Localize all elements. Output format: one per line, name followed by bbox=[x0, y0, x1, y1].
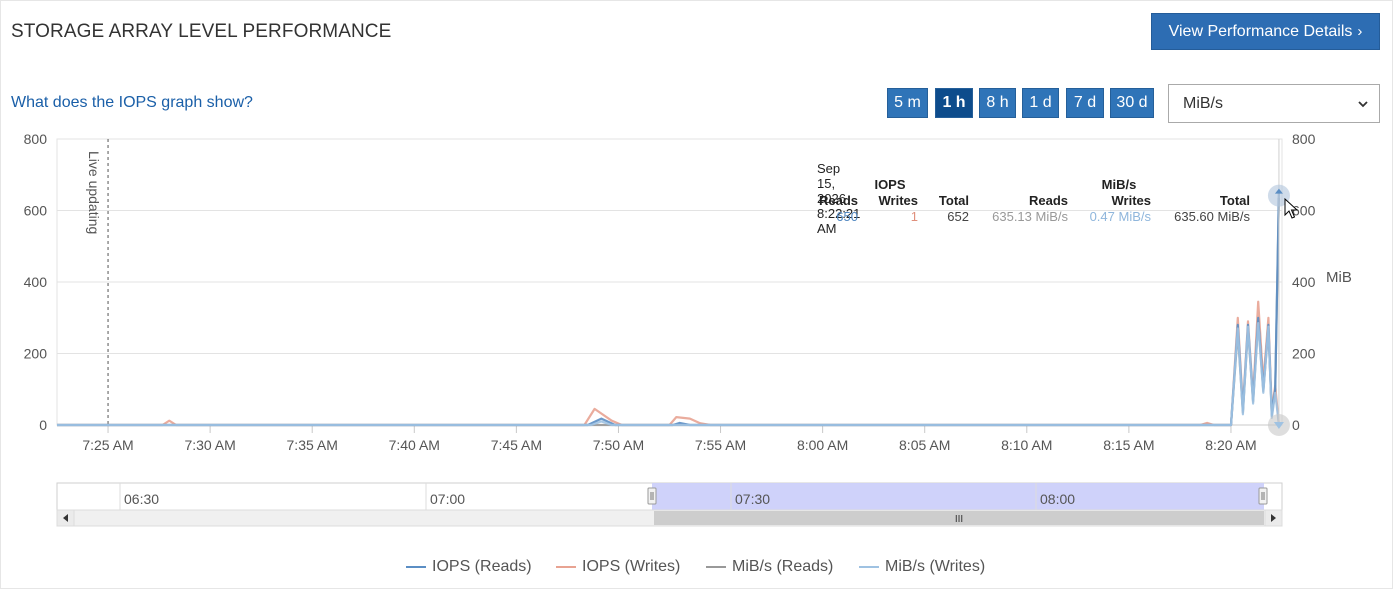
legend-item-iops-reads[interactable]: IOPS (Reads) bbox=[406, 558, 532, 576]
x-tick-label: 8:15 AM bbox=[1103, 437, 1154, 453]
unit-select-value: MiB/s bbox=[1183, 94, 1223, 112]
legend-label: MiB/s (Writes) bbox=[885, 558, 986, 575]
x-tick-label: 8:20 AM bbox=[1205, 437, 1256, 453]
x-tick-label: 7:45 AM bbox=[491, 437, 542, 453]
x-tick-label: 7:50 AM bbox=[593, 437, 644, 453]
tooltip-value-iops-writes: 1 bbox=[910, 209, 918, 224]
view-performance-details-button[interactable]: View Performance Details › bbox=[1151, 13, 1380, 50]
tooltip-header-mibs-total: Total bbox=[1219, 193, 1250, 208]
mouse-cursor-icon bbox=[1284, 198, 1299, 219]
legend-label: IOPS (Writes) bbox=[582, 558, 681, 575]
x-tick-label: 8:10 AM bbox=[1001, 437, 1052, 453]
x-tick-label: 7:40 AM bbox=[389, 437, 440, 453]
range-button-5m[interactable]: 5 m bbox=[887, 88, 928, 118]
tooltip-header-iops-total: Total bbox=[938, 193, 969, 208]
legend-item-mibs-writes[interactable]: MiB/s (Writes) bbox=[859, 558, 985, 576]
scrollbar-grip-icon: III bbox=[955, 514, 963, 525]
legend-item-mibs-reads[interactable]: MiB/s (Reads) bbox=[706, 558, 833, 576]
x-tick-label: 7:55 AM bbox=[695, 437, 746, 453]
x-tick-label: 7:30 AM bbox=[184, 437, 235, 453]
legend-swatch bbox=[556, 566, 576, 568]
legend-swatch bbox=[406, 566, 426, 568]
tooltip-value-mibs-reads: 635.13 MiB/s bbox=[992, 209, 1068, 224]
tooltip-mibs-group: MiB/s bbox=[1101, 177, 1137, 192]
chevron-right-icon: › bbox=[1357, 23, 1363, 40]
y-right-tick-label: 800 bbox=[1292, 131, 1316, 147]
y-right-tick-label: 0 bbox=[1292, 417, 1300, 433]
range-button-1d[interactable]: 1 d bbox=[1022, 88, 1059, 118]
tooltip-header-mibs-reads: Reads bbox=[1028, 193, 1068, 208]
y-left-tick-label: 200 bbox=[24, 346, 48, 362]
navigator-handle[interactable] bbox=[647, 487, 657, 505]
tooltip-header-iops-writes: Writes bbox=[878, 193, 919, 208]
legend-label: MiB/s (Reads) bbox=[732, 558, 834, 575]
range-button-1h[interactable]: 1 h bbox=[935, 88, 973, 118]
tooltip-value-iops-total: 652 bbox=[947, 209, 969, 224]
range-button-30d[interactable]: 30 d bbox=[1110, 88, 1154, 118]
y-right-axis-title: MiB bbox=[1326, 269, 1352, 286]
series-line-iops-writes- bbox=[57, 300, 1280, 427]
x-tick-label: 7:35 AM bbox=[287, 437, 338, 453]
x-tick-label: 8:00 AM bbox=[797, 437, 848, 453]
range-button-7d[interactable]: 7 d bbox=[1066, 88, 1104, 118]
performance-chart[interactable]: 02004006008000200400600800MiB7:25 AM 7:30… bbox=[0, 125, 1393, 535]
tooltip-header-mibs-writes: Writes bbox=[1111, 193, 1152, 208]
chart-legend: IOPS (Reads) IOPS (Writes) MiB/s (Reads)… bbox=[0, 558, 1393, 580]
legend-swatch bbox=[859, 566, 879, 568]
range-button-8h[interactable]: 8 h bbox=[979, 88, 1016, 118]
tooltip-iops-group: IOPS bbox=[874, 177, 906, 192]
tooltip-value-iops-reads: 650 bbox=[836, 209, 858, 224]
y-left-tick-label: 800 bbox=[24, 131, 48, 147]
page-title: STORAGE ARRAY LEVEL PERFORMANCE bbox=[11, 21, 392, 42]
navigator-time-label: 07:30 bbox=[735, 491, 770, 507]
navigator-time-label: 07:00 bbox=[430, 491, 465, 507]
y-left-tick-label: 0 bbox=[39, 417, 47, 433]
tooltip-value-mibs-total: 635.60 MiB/s bbox=[1174, 209, 1250, 224]
y-right-tick-label: 200 bbox=[1292, 346, 1316, 362]
unit-select[interactable]: MiB/s bbox=[1168, 84, 1380, 123]
navigator-time-label: 08:00 bbox=[1040, 491, 1075, 507]
iops-help-link[interactable]: What does the IOPS graph show? bbox=[11, 94, 253, 112]
legend-item-iops-writes[interactable]: IOPS (Writes) bbox=[556, 558, 680, 576]
x-tick-label: 8:05 AM bbox=[899, 437, 950, 453]
legend-label: IOPS (Reads) bbox=[432, 558, 532, 575]
tooltip-header-iops-reads: Reads bbox=[818, 193, 858, 208]
series-line-mib-s-reads- bbox=[57, 197, 1280, 427]
chevron-down-icon bbox=[1358, 101, 1368, 108]
y-left-tick-label: 600 bbox=[24, 203, 48, 219]
live-updating-label: Live updating bbox=[86, 151, 102, 234]
navigator-time-label: 06:30 bbox=[124, 491, 159, 507]
series-line-iops-reads- bbox=[57, 192, 1280, 427]
legend-swatch bbox=[706, 566, 726, 568]
x-tick-label: 7:25 AM bbox=[82, 437, 133, 453]
tooltip-value-mibs-writes: 0.47 MiB/s bbox=[1089, 209, 1151, 224]
y-left-tick-label: 400 bbox=[24, 274, 48, 290]
series-line-mib-s-writes- bbox=[57, 322, 1280, 427]
navigator-handle[interactable] bbox=[1258, 487, 1268, 505]
details-button-label: View Performance Details bbox=[1168, 22, 1353, 40]
y-right-tick-label: 400 bbox=[1292, 274, 1316, 290]
